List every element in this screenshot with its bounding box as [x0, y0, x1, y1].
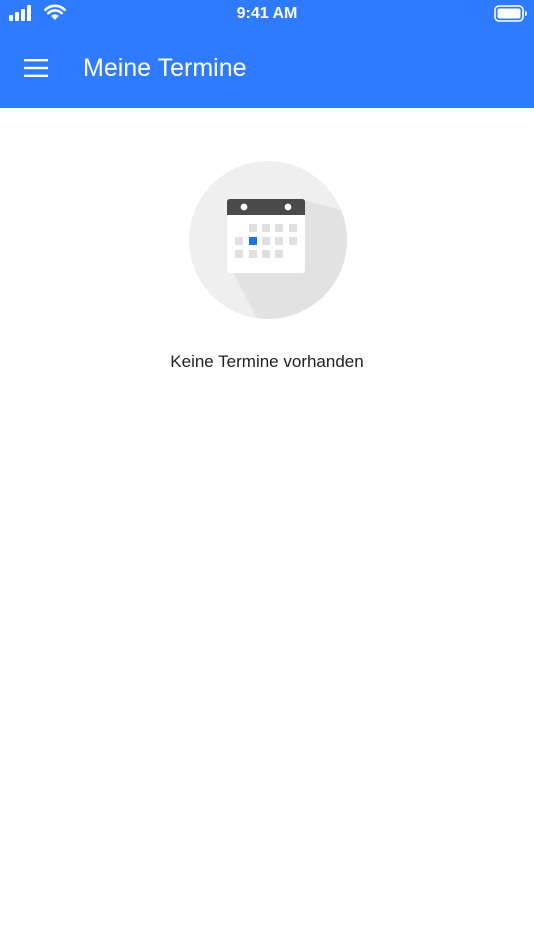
status-bar: 9:41 AM — [0, 0, 534, 28]
page-title: Meine Termine — [83, 54, 247, 82]
app-bar: Meine Termine — [0, 28, 534, 108]
battery-icon — [494, 5, 527, 22]
hamburger-menu-icon — [24, 59, 48, 77]
status-time: 9:41 AM — [236, 5, 298, 22]
menu-button[interactable] — [16, 50, 56, 86]
top-bar: 9:41 AM Meine Termine — [0, 0, 534, 108]
empty-state-message: Keine Termine vorhanden — [170, 352, 364, 371]
calendar-icon — [189, 161, 347, 319]
